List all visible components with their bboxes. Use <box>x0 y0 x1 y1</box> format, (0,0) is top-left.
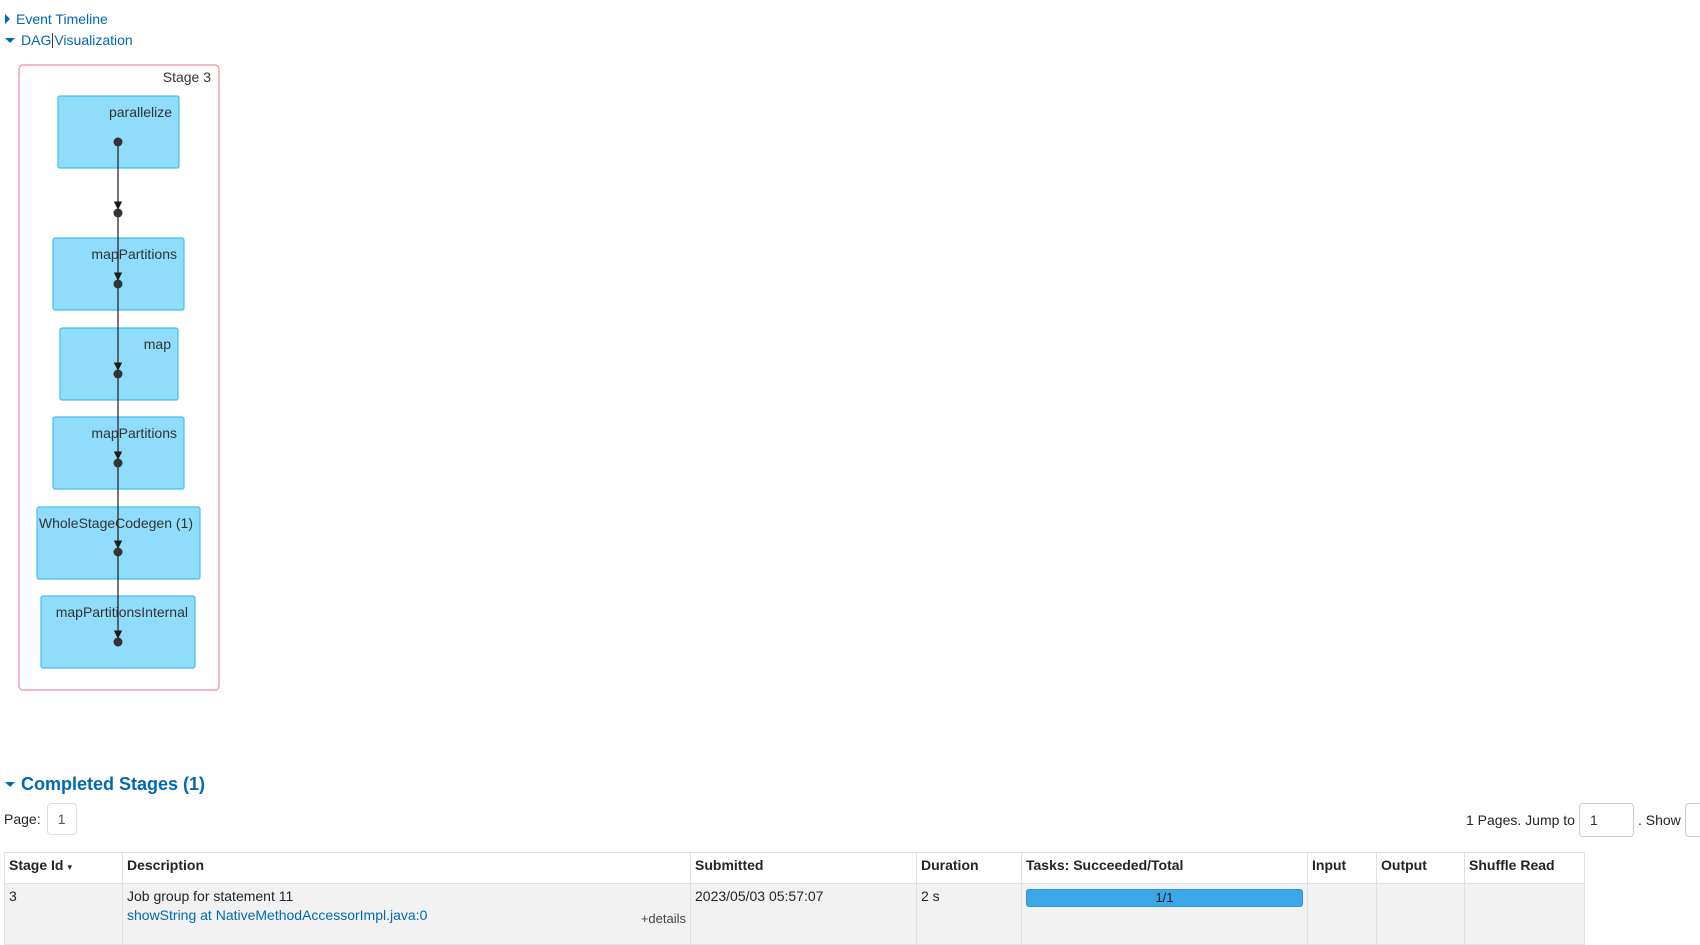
submitted-cell: 2023/05/03 05:57:07 <box>690 883 917 945</box>
jump-to-input[interactable]: 1 <box>1578 803 1634 837</box>
description-cell: Job group for statement 11 showString at… <box>122 883 691 945</box>
details-link[interactable]: +details <box>641 911 686 926</box>
column-header-tasks[interactable]: Tasks: Succeeded/Total <box>1021 852 1308 884</box>
collapsed-arrow-icon <box>5 14 10 24</box>
column-header-output[interactable]: Output <box>1376 852 1465 884</box>
dag-node-label: parallelize <box>109 104 172 120</box>
dag-rdd-dot[interactable] <box>113 137 123 147</box>
dag-visualization-toggle[interactable]: DAG Visualization <box>5 32 133 48</box>
table-header-row: Stage Id ▾ Description Submitted Duration… <box>4 852 1585 884</box>
dag-prefix: DAG <box>21 32 52 48</box>
event-timeline-link[interactable]: Event Timeline <box>16 11 108 27</box>
column-header-duration[interactable]: Duration <box>916 852 1022 884</box>
pagination-left: Page: 1 <box>4 803 77 835</box>
dag-rdd-dot[interactable] <box>113 208 123 218</box>
dag-visualization-link[interactable]: DAG Visualization <box>21 32 133 48</box>
output-cell <box>1376 883 1465 945</box>
dag-node-label: mapPartitions <box>91 246 177 262</box>
description-text: Job group for statement 11 <box>127 888 294 904</box>
sort-descending-icon: ▾ <box>67 862 72 872</box>
tasks-progress-bar: 1/1 <box>1026 889 1303 907</box>
page-size-input[interactable] <box>1684 803 1700 837</box>
dag-rdd-dot[interactable] <box>113 279 123 289</box>
column-header-input[interactable]: Input <box>1307 852 1377 884</box>
dag-rdd-dot[interactable] <box>113 547 123 557</box>
page-label: Page: <box>4 811 41 827</box>
expanded-arrow-icon <box>5 782 15 787</box>
tasks-cell: 1/1 <box>1021 883 1308 945</box>
pagination-right: 1 Pages. Jump to 1 . Show <box>1466 803 1700 837</box>
column-header-submitted[interactable]: Submitted <box>690 852 917 884</box>
stage-id-cell: 3 <box>4 883 123 945</box>
column-header-stage-id[interactable]: Stage Id ▾ <box>4 852 123 884</box>
shuffle-read-cell <box>1464 883 1585 945</box>
duration-cell: 2 s <box>916 883 1022 945</box>
expanded-arrow-icon <box>5 37 15 43</box>
progress-text: 1/1 <box>1155 890 1174 905</box>
page-button[interactable]: 1 <box>46 803 77 835</box>
dag-suffix: Visualization <box>54 32 133 48</box>
dag-node-label: map <box>144 336 171 352</box>
dag-visualization: Stage 3 parallelize mapPartitions map mapPa… <box>18 64 220 691</box>
dag-rdd-dot[interactable] <box>113 458 123 468</box>
column-header-description[interactable]: Description <box>122 852 691 884</box>
dag-node-label: mapPartitionsInternal <box>56 604 188 620</box>
completed-stages-table: Stage Id ▾ Description Submitted Duration… <box>4 852 1585 945</box>
input-cell <box>1307 883 1377 945</box>
stage-label: Stage 3 <box>163 69 211 85</box>
event-timeline-toggle[interactable]: Event Timeline <box>5 11 108 27</box>
dag-rdd-dot[interactable] <box>113 369 123 379</box>
description-link[interactable]: showString at NativeMethodAccessorImpl.j… <box>127 907 686 923</box>
dag-node-label: mapPartitions <box>91 425 177 441</box>
column-header-shuffle-read[interactable]: Shuffle Read <box>1464 852 1585 884</box>
pages-text: 1 Pages. Jump to <box>1466 812 1575 828</box>
completed-stages-title[interactable]: Completed Stages (1) <box>21 774 205 795</box>
dag-rdd-dot[interactable] <box>113 637 123 647</box>
dag-node-label: WholeStageCodegen (1) <box>39 515 193 531</box>
table-row: 3 Job group for statement 11 showString … <box>4 883 1585 945</box>
completed-stages-toggle[interactable]: Completed Stages (1) <box>5 774 205 795</box>
show-text: . Show <box>1637 812 1681 828</box>
